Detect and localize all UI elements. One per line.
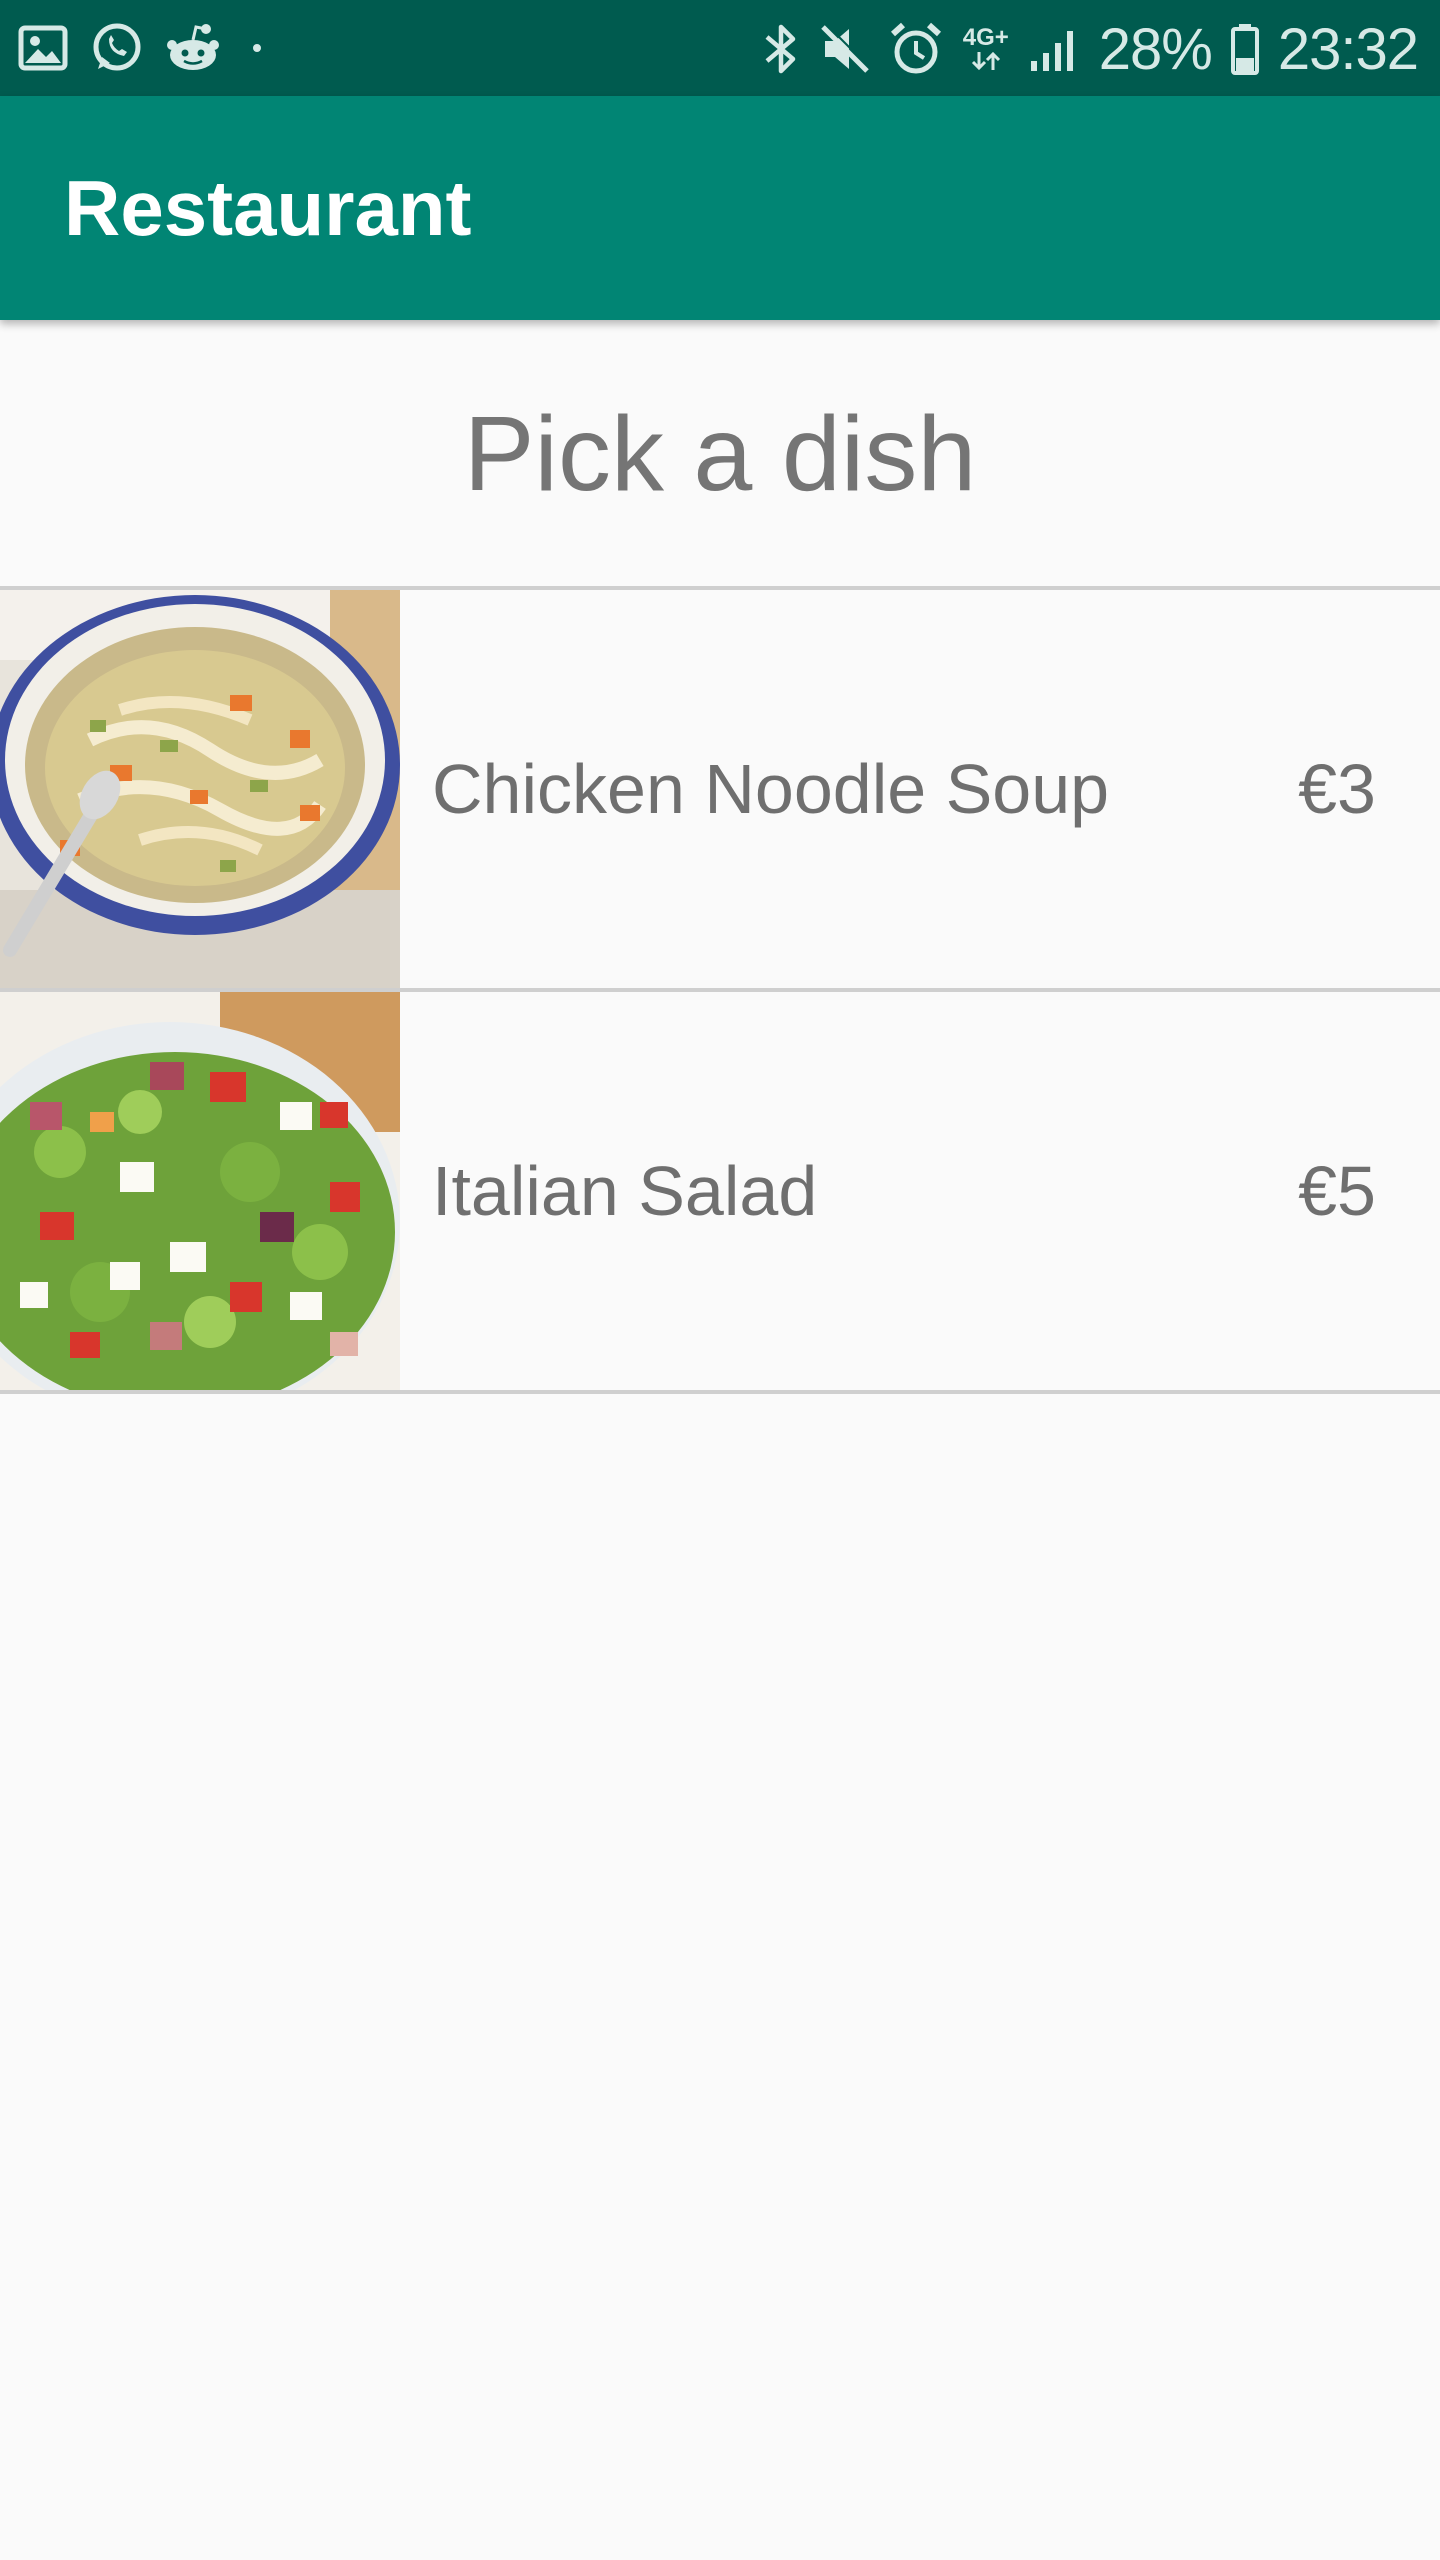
status-bar: 4G+ 28% 23:32 (0, 0, 1440, 96)
status-right-icons: 4G+ 28% 23:32 (761, 14, 1419, 84)
divider (0, 1390, 1440, 1394)
clock: 23:32 (1277, 16, 1419, 82)
battery-icon (1230, 22, 1260, 76)
dish-item-chicken-noodle-soup[interactable]: Chicken Noodle Soup €3 (0, 590, 1440, 988)
gallery-icon (18, 25, 68, 71)
alarm-icon (889, 22, 943, 76)
chicken-noodle-soup-photo (0, 590, 400, 988)
battery-percent: 28% (1098, 16, 1213, 82)
dish-price: €5 (1298, 1152, 1376, 1230)
mute-icon (819, 23, 871, 75)
app-title: Restaurant (64, 164, 472, 252)
dish-price: €3 (1298, 750, 1376, 828)
dot-icon (242, 38, 272, 58)
italian-salad-photo (0, 992, 400, 1390)
bluetooth-icon (761, 21, 801, 77)
page-heading: Pick a dish (463, 394, 977, 513)
dish-item-italian-salad[interactable]: Italian Salad €5 (0, 992, 1440, 1390)
signal-icon (1029, 23, 1081, 75)
whatsapp-icon (90, 21, 144, 75)
network-4g-icon: 4G+ (961, 26, 1011, 72)
reddit-icon (166, 21, 220, 75)
network-type: 4G+ (962, 24, 1009, 51)
dish-name: Chicken Noodle Soup (432, 750, 1110, 828)
dish-name: Italian Salad (432, 1152, 818, 1230)
status-left-icons (18, 20, 272, 76)
app-bar: Restaurant (0, 96, 1440, 320)
